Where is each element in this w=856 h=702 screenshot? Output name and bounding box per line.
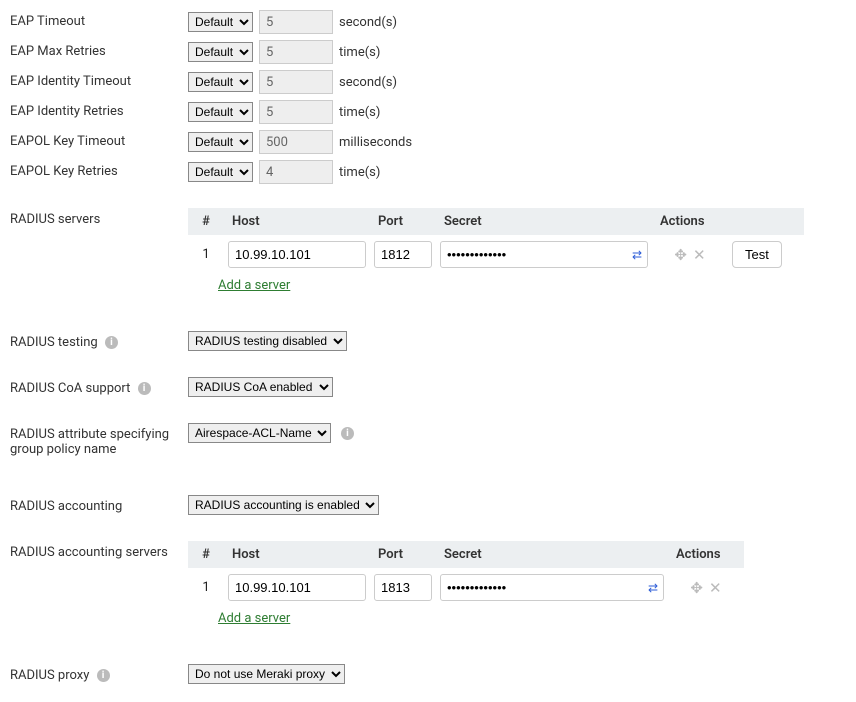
col-actions: Actions (652, 208, 728, 235)
info-icon[interactable]: i (105, 336, 118, 349)
radius-accounting-label: RADIUS accounting (10, 495, 188, 514)
eap-id-retries-value: 5 (259, 100, 333, 124)
row-num: 1 (188, 235, 224, 274)
move-icon[interactable]: ✥ (690, 579, 703, 597)
col-num: # (188, 208, 224, 235)
col-port: Port (370, 208, 436, 235)
row-num: 1 (188, 568, 224, 607)
secret-input[interactable] (440, 241, 648, 268)
eapol-key-retries-mode[interactable]: Default (188, 162, 253, 182)
port-input[interactable] (374, 241, 432, 268)
delete-icon[interactable]: ✕ (693, 246, 706, 264)
port-input[interactable] (374, 574, 432, 601)
secret-input[interactable] (440, 574, 664, 601)
move-icon[interactable]: ✥ (674, 246, 687, 264)
radius-servers-table: # Host Port Secret Actions 1 ⇄ (188, 208, 804, 274)
eap-max-retries-label: EAP Max Retries (10, 40, 188, 59)
delete-icon[interactable]: ✕ (709, 579, 722, 597)
radius-proxy-label: RADIUS proxy i (10, 664, 188, 683)
col-test (728, 208, 804, 235)
eap-id-retries-unit: time(s) (339, 105, 380, 120)
reveal-secret-icon[interactable]: ⇄ (632, 248, 642, 262)
eapol-key-timeout-mode[interactable]: Default (188, 132, 253, 152)
radius-accounting-select[interactable]: RADIUS accounting is enabled (188, 495, 379, 515)
eapol-key-timeout-unit: milliseconds (339, 135, 412, 150)
eapol-key-retries-unit: time(s) (339, 165, 380, 180)
host-input[interactable] (228, 241, 366, 268)
info-icon[interactable]: i (97, 669, 110, 682)
host-input[interactable] (228, 574, 366, 601)
eap-max-retries-value: 5 (259, 40, 333, 64)
eap-timeout-unit: second(s) (339, 15, 397, 30)
col-secret: Secret (436, 208, 652, 235)
col-port: Port (370, 541, 436, 568)
radius-testing-label: RADIUS testing i (10, 331, 188, 350)
eapol-key-retries-value: 4 (259, 160, 333, 184)
eap-id-retries-label: EAP Identity Retries (10, 100, 188, 119)
table-row: 1 ⇄ ✥ ✕ Test (188, 235, 804, 274)
col-secret: Secret (436, 541, 668, 568)
eap-id-retries-mode[interactable]: Default (188, 102, 253, 122)
eapol-key-timeout-value: 500 (259, 130, 333, 154)
col-num: # (188, 541, 224, 568)
eap-id-timeout-mode[interactable]: Default (188, 72, 253, 92)
radius-accounting-servers-table: # Host Port Secret Actions 1 ⇄ (188, 541, 744, 607)
radius-coa-label: RADIUS CoA support i (10, 377, 188, 396)
eap-timeout-label: EAP Timeout (10, 10, 188, 29)
col-host: Host (224, 208, 370, 235)
radius-accounting-servers-label: RADIUS accounting servers (10, 541, 188, 560)
eap-id-timeout-label: EAP Identity Timeout (10, 70, 188, 89)
radius-proxy-select[interactable]: Do not use Meraki proxy (188, 664, 345, 684)
eap-id-timeout-value: 5 (259, 70, 333, 94)
radius-servers-label: RADIUS servers (10, 208, 188, 227)
eap-max-retries-mode[interactable]: Default (188, 42, 253, 62)
add-server-link[interactable]: Add a server (218, 278, 290, 293)
info-icon[interactable]: i (341, 427, 354, 440)
eapol-key-timeout-label: EAPOL Key Timeout (10, 130, 188, 149)
eap-id-timeout-unit: second(s) (339, 75, 397, 90)
radius-attr-label: RADIUS attribute specifying group policy… (10, 423, 188, 457)
reveal-secret-icon[interactable]: ⇄ (648, 581, 658, 595)
eap-max-retries-unit: time(s) (339, 45, 380, 60)
test-button[interactable]: Test (732, 241, 782, 268)
radius-coa-select[interactable]: RADIUS CoA enabled (188, 377, 333, 397)
col-actions: Actions (668, 541, 744, 568)
eap-timeout-mode[interactable]: Default (188, 12, 253, 32)
radius-attr-select[interactable]: Airespace-ACL-Name (188, 423, 331, 443)
col-host: Host (224, 541, 370, 568)
radius-testing-select[interactable]: RADIUS testing disabled (188, 331, 347, 351)
eap-timeout-value: 5 (259, 10, 333, 34)
eapol-key-retries-label: EAPOL Key Retries (10, 160, 188, 179)
table-row: 1 ⇄ ✥ ✕ (188, 568, 744, 607)
info-icon[interactable]: i (138, 382, 151, 395)
